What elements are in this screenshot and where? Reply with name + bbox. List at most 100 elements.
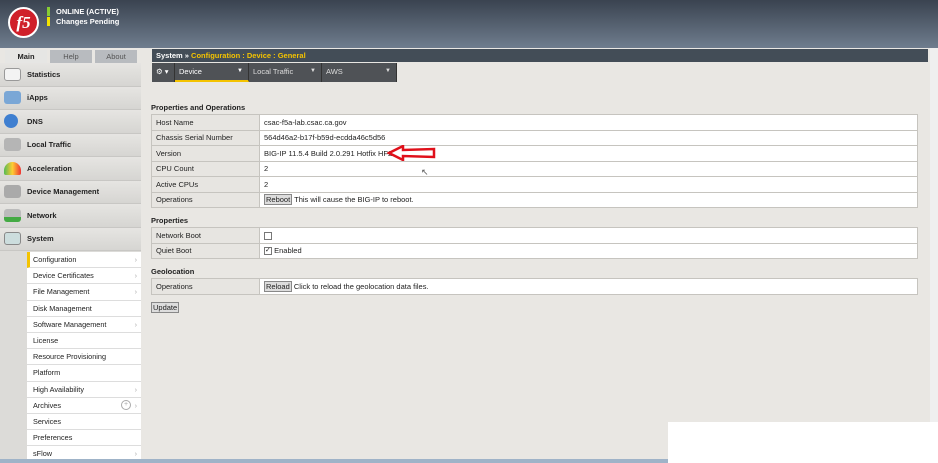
scrollbar[interactable] [930, 48, 938, 422]
nav-dns[interactable]: DNS [0, 110, 141, 134]
chevron-right-icon: › [134, 384, 137, 394]
host-name-value: csac-f5a-lab.csac.ca.gov [259, 114, 918, 131]
reload-description: Click to reload the geolocation data fil… [293, 281, 429, 291]
row-label: Host Name [151, 114, 260, 131]
tab-main[interactable]: Main [5, 50, 47, 64]
submenu-label: Device Certificates [33, 271, 94, 281]
f5-logo[interactable]: f5 [8, 7, 39, 38]
table-row: CPU Count 2 [151, 160, 918, 177]
nav-label: iApps [27, 93, 48, 103]
row-label: Quiet Boot [151, 242, 260, 259]
submenu-license[interactable]: License [27, 332, 141, 350]
submenu-configuration[interactable]: Configuration › [27, 252, 141, 269]
menu-tab-label: AWS [326, 67, 343, 76]
submenu-disk-management[interactable]: Disk Management [27, 300, 141, 317]
dns-globe-icon [4, 114, 18, 129]
chevron-down-icon: ▼ [237, 68, 243, 74]
mouse-cursor-icon: ↖ [421, 167, 429, 177]
chevron-right-icon: › [134, 271, 137, 281]
nav-label: DNS [27, 116, 43, 126]
table-row: Chassis Serial Number 564d46a2-b17f-b59d-… [151, 129, 918, 146]
nav-label: Local Traffic [27, 140, 72, 150]
table-row: Operations Reload Click to reload the geo… [151, 278, 918, 295]
submenu-label: Disk Management [33, 303, 92, 313]
section-title: Properties [151, 216, 189, 225]
breadcrumb: System » Configuration : Device : Genera… [152, 49, 928, 62]
reload-button[interactable]: Reload [264, 280, 292, 292]
nav-iapps[interactable]: iApps [0, 86, 141, 110]
menu-tab-label: Local Traffic [253, 67, 294, 76]
chevron-right-icon: › [134, 319, 137, 329]
statistics-icon [4, 67, 21, 81]
gauge-icon [4, 161, 21, 175]
table-row: Operations Reboot This will cause the BIG… [151, 191, 918, 208]
nav-statistics[interactable]: Statistics [0, 63, 141, 87]
chevron-down-icon: ▼ [310, 68, 316, 74]
submenu-archives[interactable]: Archives + › [27, 397, 141, 414]
menu-bar: ⚙ ▾ Device ▼ Local Traffic ▼ AWS ▼ [152, 63, 397, 82]
submenu-services[interactable]: Services [27, 413, 141, 431]
chevron-down-icon: ▼ [385, 68, 391, 74]
row-label: Network Boot [151, 227, 260, 244]
submenu-label: License [33, 335, 59, 345]
chevron-right-icon: › [134, 287, 137, 297]
submenu-label: Resource Provisioning [33, 352, 107, 362]
submenu-label: Configuration [33, 255, 77, 264]
gear-icon[interactable]: ⚙ ▾ [152, 63, 175, 82]
network-boot-checkbox[interactable] [264, 231, 272, 240]
nav-label: Device Management [27, 187, 100, 197]
update-button[interactable]: Update [151, 301, 180, 313]
nav-system[interactable]: System [0, 227, 141, 251]
network-icon [4, 208, 21, 222]
nav-network[interactable]: Network [0, 204, 141, 228]
row-label: Version [151, 145, 260, 162]
nav-local-traffic[interactable]: Local Traffic [0, 133, 141, 157]
menu-tab-aws[interactable]: AWS ▼ [322, 63, 397, 82]
add-icon[interactable]: + [121, 399, 131, 410]
serial-number-value: 564d46a2-b17f-b59d-ecdda46c5d56 [259, 129, 918, 146]
submenu-label: sFlow [33, 449, 53, 459]
geolocation-table: Operations Reload Click to reload the geo… [151, 278, 918, 295]
submenu-high-availability[interactable]: High Availability › [27, 381, 141, 398]
menu-tab-local-traffic[interactable]: Local Traffic ▼ [249, 63, 322, 82]
menu-tab-device[interactable]: Device ▼ [175, 63, 249, 82]
nav-acceleration[interactable]: Acceleration [0, 157, 141, 181]
submenu-platform[interactable]: Platform [27, 365, 141, 382]
row-label: CPU Count [151, 160, 260, 177]
breadcrumb-root[interactable]: System [156, 51, 183, 60]
submenu-label: Services [33, 416, 61, 426]
checkbox-label: Enabled [274, 246, 302, 256]
tab-about[interactable]: About [95, 50, 137, 63]
breadcrumb-separator: » [184, 51, 189, 60]
submenu-resource-provisioning[interactable]: Resource Provisioning [27, 349, 141, 366]
quiet-boot-checkbox[interactable]: ✓ [264, 247, 272, 256]
submenu-label: File Management [33, 287, 90, 297]
device-stack-icon [4, 185, 21, 199]
nav-device-management[interactable]: Device Management [0, 180, 141, 204]
nav-label: Network [27, 210, 57, 220]
system-icon [4, 232, 21, 246]
status-changes-pending[interactable]: Changes Pending [47, 17, 119, 26]
nav-label: Acceleration [27, 163, 73, 173]
section-title: Properties and Operations [151, 103, 246, 112]
submenu-file-management[interactable]: File Management › [27, 284, 141, 301]
main-content: Properties and Operations Host Name csac-… [151, 103, 918, 313]
chevron-right-icon: › [134, 255, 137, 264]
table-row: Quiet Boot ✓ Enabled [151, 242, 918, 259]
table-row: Network Boot [151, 227, 918, 244]
properties-table: Network Boot Quiet Boot ✓ Enabled [151, 227, 918, 259]
active-cpus-value: 2 [259, 176, 918, 193]
submenu-device-certificates[interactable]: Device Certificates › [27, 268, 141, 285]
taskbar [0, 459, 668, 463]
red-arrow-annotation [387, 145, 436, 161]
iapps-icon [4, 91, 21, 105]
submenu-label: High Availability [33, 384, 84, 394]
submenu-label: Platform [33, 368, 61, 378]
breadcrumb-path: Configuration : Device : General [191, 51, 306, 60]
submenu-label: Software Management [33, 319, 107, 329]
header: f5 ONLINE (ACTIVE) Changes Pending [0, 0, 938, 48]
submenu-software-management[interactable]: Software Management › [27, 316, 141, 333]
reboot-button[interactable]: Reboot [264, 194, 293, 206]
tab-help[interactable]: Help [50, 50, 92, 63]
submenu-preferences[interactable]: Preferences [27, 430, 141, 447]
